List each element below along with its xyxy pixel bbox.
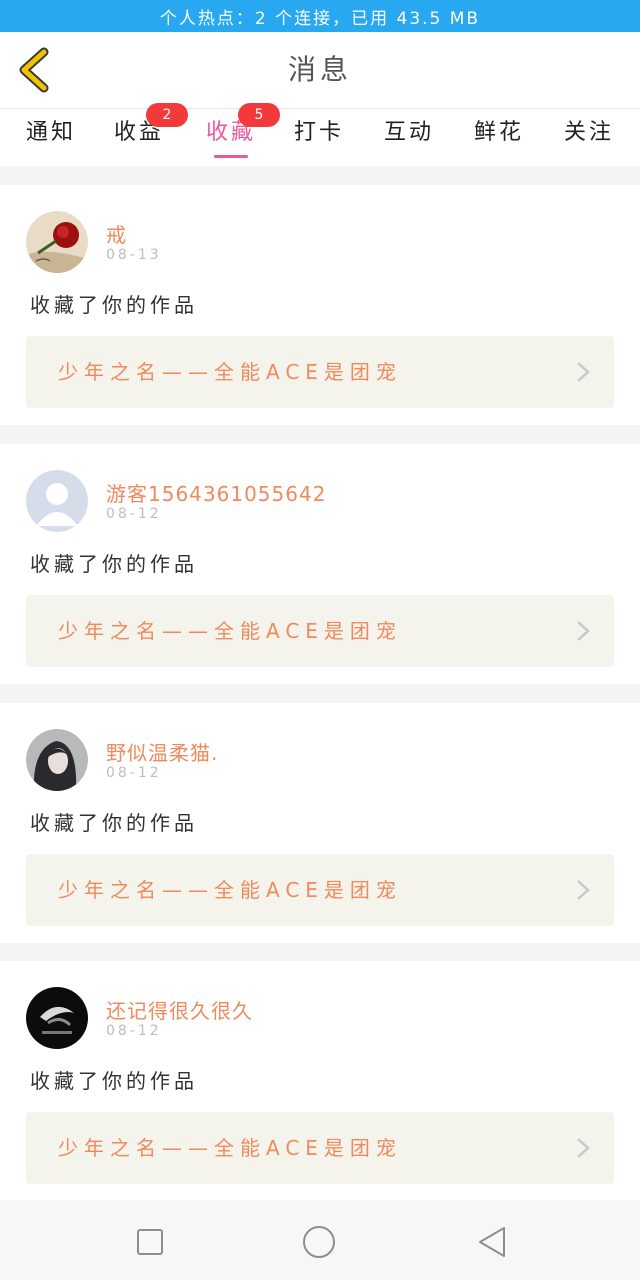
tab-follows[interactable]: 关注: [554, 109, 624, 166]
tab-earnings[interactable]: 收益 2: [104, 103, 188, 166]
tab-bar: 通知 收益 2 收藏 5 打卡 互动 鲜花 关注: [0, 103, 640, 166]
tab-label: 打卡: [293, 120, 344, 145]
work-title: 少年之名——全能ACE是团宠: [58, 619, 402, 643]
action-text: 收藏了你的作品: [30, 811, 198, 835]
username[interactable]: 戒: [106, 219, 127, 248]
recent-apps-icon: [137, 1229, 163, 1255]
header: 消息: [0, 32, 640, 109]
work-link[interactable]: 少年之名——全能ACE是团宠: [26, 854, 614, 926]
chevron-right-icon: [577, 621, 590, 641]
message-date: 08-12: [106, 506, 162, 522]
message-card: 还记得很久很久 08-12 收藏了你的作品 少年之名——全能ACE是团宠: [0, 961, 640, 1201]
message-card: 戒 08-13 收藏了你的作品 少年之名——全能ACE是团宠: [0, 185, 640, 425]
message-card: 野似温柔猫. 08-12 收藏了你的作品 少年之名——全能ACE是团宠: [0, 703, 640, 943]
work-link[interactable]: 少年之名——全能ACE是团宠: [26, 336, 614, 408]
recent-apps-button[interactable]: [130, 1222, 170, 1262]
status-bar-text: 个人热点：2 个连接，已用 43.5 MB: [159, 8, 481, 29]
message-date: 08-12: [106, 1023, 162, 1039]
home-icon: [303, 1226, 335, 1258]
tab-label: 通知: [25, 120, 76, 145]
tab-badge: 2: [146, 103, 188, 127]
back-triangle-icon: [479, 1227, 505, 1257]
tab-interactions[interactable]: 互动: [374, 109, 444, 166]
username[interactable]: 还记得很久很久: [106, 995, 253, 1024]
work-title: 少年之名——全能ACE是团宠: [58, 1136, 402, 1160]
rose-photo-avatar[interactable]: [26, 211, 88, 273]
username[interactable]: 游客15643610556​42: [106, 478, 326, 507]
action-text: 收藏了你的作品: [30, 552, 198, 576]
page-title: 消息: [287, 53, 352, 86]
tab-label: 关注: [563, 120, 614, 145]
work-link[interactable]: 少年之名——全能ACE是团宠: [26, 1112, 614, 1184]
home-button[interactable]: [299, 1222, 339, 1262]
tab-checkin[interactable]: 打卡: [284, 109, 354, 166]
system-nav-bar: [0, 1200, 640, 1280]
active-tab-indicator: [214, 155, 248, 158]
work-title: 少年之名——全能ACE是团宠: [58, 360, 402, 384]
back-nav-button[interactable]: [472, 1222, 512, 1262]
message-card: 游客15643610556​42 08-12 收藏了你的作品 少年之名——全能A…: [0, 444, 640, 684]
default-user-avatar[interactable]: [26, 470, 88, 532]
username[interactable]: 野似温柔猫.: [106, 737, 218, 766]
tab-label: 互动: [383, 120, 434, 145]
work-link[interactable]: 少年之名——全能ACE是团宠: [26, 595, 614, 667]
action-text: 收藏了你的作品: [30, 293, 198, 317]
girl-photo-avatar[interactable]: [26, 729, 88, 791]
chevron-right-icon: [577, 880, 590, 900]
chevron-right-icon: [577, 1138, 590, 1158]
action-text: 收藏了你的作品: [30, 1069, 198, 1093]
work-title: 少年之名——全能ACE是团宠: [58, 878, 402, 902]
tab-favorites[interactable]: 收藏 5: [196, 103, 280, 166]
dark-photo-avatar[interactable]: [26, 987, 88, 1049]
message-date: 08-13: [106, 247, 162, 263]
tab-badge: 5: [238, 103, 280, 127]
tab-label: 鲜花: [473, 120, 524, 145]
tab-flowers[interactable]: 鲜花: [464, 109, 534, 166]
message-date: 08-12: [106, 765, 162, 781]
status-bar: 个人热点：2 个连接，已用 43.5 MB: [0, 0, 640, 32]
chevron-right-icon: [577, 362, 590, 382]
tab-notifications[interactable]: 通知: [16, 109, 86, 166]
